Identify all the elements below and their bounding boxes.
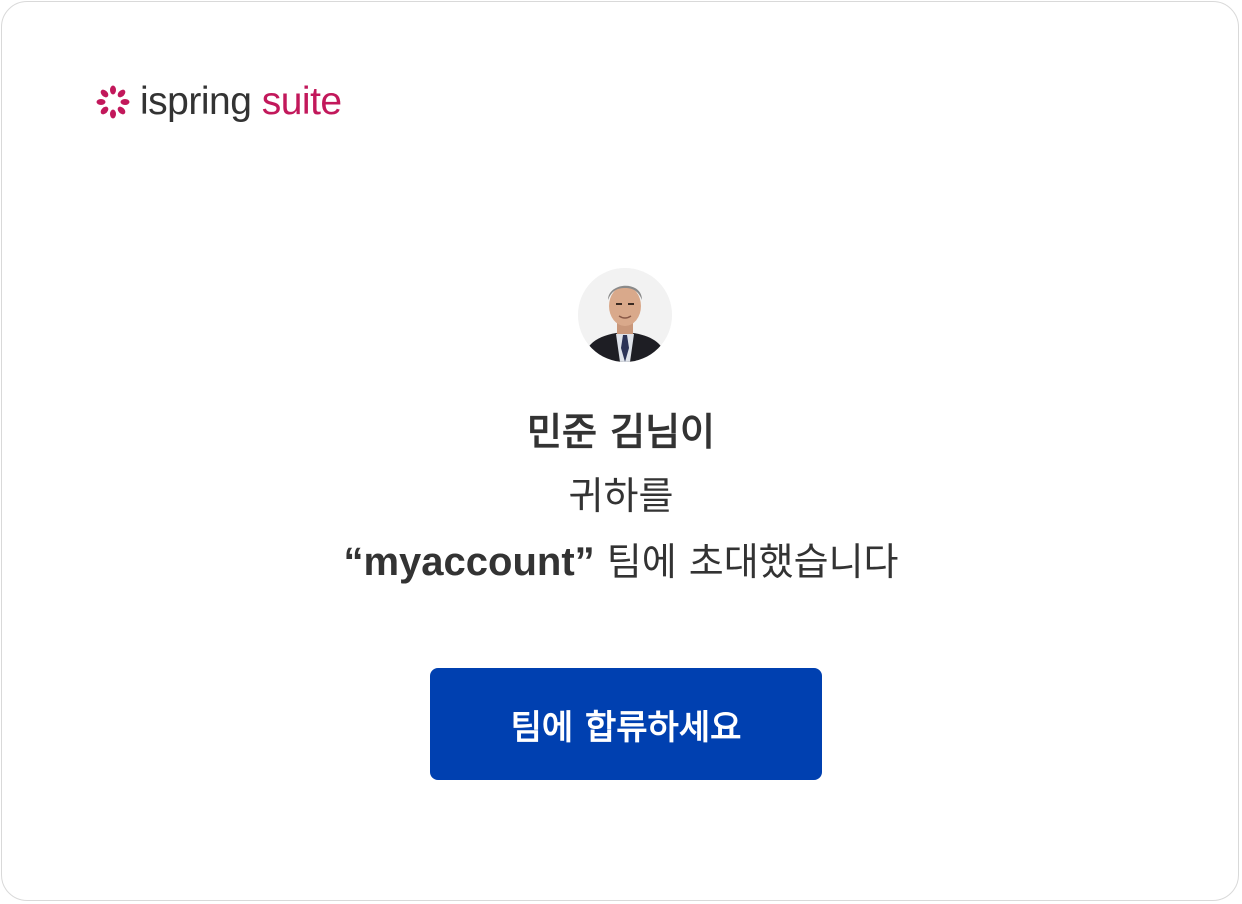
invitation-card: ispring suite 민준 김님이 귀하를 “myaccount” 팀에 …: [1, 1, 1239, 901]
invite-text-line-2: “myaccount” 팀에 초대했습니다: [2, 536, 1240, 588]
team-name: “myaccount”: [343, 540, 595, 584]
logo-wordmark: ispring suite: [140, 80, 342, 124]
logo-text-suite: suite: [261, 80, 342, 123]
invite-text-line-1: 귀하를: [568, 474, 674, 518]
inviter-avatar: [578, 268, 672, 362]
ispring-suite-logo: ispring suite: [92, 80, 342, 124]
logo-text-ispring: ispring: [140, 80, 252, 123]
join-team-button[interactable]: 팀에 합류하세요: [430, 668, 822, 780]
user-avatar-photo: [578, 268, 672, 362]
ispring-star-icon: [96, 85, 130, 119]
inviter-name: 민준 김님이: [526, 410, 716, 454]
invite-text-suffix: 팀에 초대했습니다: [606, 540, 899, 584]
